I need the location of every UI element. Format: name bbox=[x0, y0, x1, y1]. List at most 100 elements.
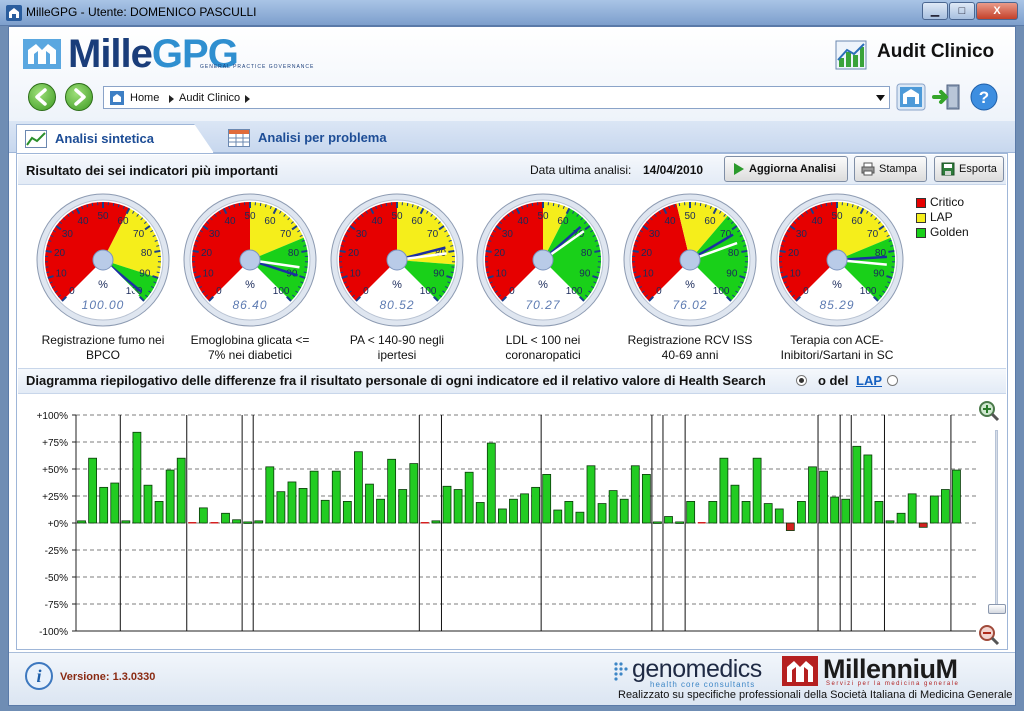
zoom-in-icon[interactable] bbox=[978, 400, 1000, 422]
chart-bar[interactable] bbox=[797, 501, 806, 524]
chart-bar[interactable] bbox=[254, 520, 264, 524]
chart-bar[interactable] bbox=[509, 498, 518, 524]
millennium-home-button[interactable] bbox=[896, 83, 926, 111]
chart-bar[interactable] bbox=[608, 490, 618, 524]
chart-bar[interactable] bbox=[752, 457, 762, 524]
chart-bar[interactable] bbox=[464, 471, 474, 524]
chart-bar[interactable] bbox=[520, 493, 529, 524]
breadcrumb-bar[interactable]: Home Audit Clinico bbox=[103, 86, 890, 109]
update-analysis-button[interactable]: Aggiorna Analisi bbox=[724, 156, 848, 182]
chart-bar[interactable] bbox=[298, 488, 308, 524]
chart-bar[interactable] bbox=[287, 481, 297, 524]
chart-bar[interactable] bbox=[630, 465, 640, 524]
chart-bar[interactable] bbox=[542, 474, 552, 524]
chart-bar[interactable] bbox=[907, 493, 917, 524]
chart-bar[interactable] bbox=[774, 508, 784, 524]
breadcrumb-current[interactable]: Audit Clinico bbox=[179, 92, 240, 104]
radio-health-search[interactable] bbox=[796, 375, 807, 386]
chart-bar[interactable] bbox=[198, 507, 208, 524]
chart-bar[interactable] bbox=[243, 521, 253, 524]
back-button[interactable] bbox=[28, 83, 56, 111]
chart-bar[interactable] bbox=[941, 489, 950, 524]
chart-bar[interactable] bbox=[420, 522, 429, 524]
chart-bar[interactable] bbox=[453, 489, 463, 524]
chart-bar[interactable] bbox=[409, 463, 419, 524]
chart-bar[interactable] bbox=[320, 499, 330, 524]
chart-bar[interactable] bbox=[896, 512, 906, 524]
chart-bar[interactable] bbox=[708, 501, 718, 524]
chart-bar[interactable] bbox=[808, 466, 817, 524]
chart-bar[interactable] bbox=[830, 496, 840, 524]
chart-bar[interactable] bbox=[885, 520, 895, 524]
chart-bar[interactable] bbox=[664, 516, 673, 524]
chart-bar[interactable] bbox=[486, 442, 496, 524]
chart-bar[interactable] bbox=[531, 486, 540, 524]
exit-door-icon[interactable] bbox=[932, 83, 962, 111]
chart-bar[interactable] bbox=[154, 501, 164, 524]
chart-bar[interactable] bbox=[564, 501, 574, 524]
chart-bar[interactable] bbox=[232, 519, 241, 524]
help-icon[interactable]: ? bbox=[969, 83, 999, 111]
info-icon[interactable]: i bbox=[24, 661, 54, 691]
chart-bar[interactable] bbox=[88, 457, 97, 524]
chart-bar[interactable] bbox=[331, 470, 341, 524]
radio-lap[interactable] bbox=[887, 375, 898, 386]
export-button[interactable]: Esporta bbox=[934, 156, 1004, 182]
forward-button[interactable] bbox=[65, 83, 93, 111]
chart-bar[interactable] bbox=[442, 485, 452, 524]
zoom-slider-track[interactable] bbox=[995, 430, 998, 610]
chart-bar[interactable] bbox=[110, 482, 120, 524]
chart-bar[interactable] bbox=[575, 511, 585, 524]
chart-bar[interactable] bbox=[697, 522, 706, 524]
chart-bar[interactable] bbox=[99, 486, 109, 524]
chart-bar[interactable] bbox=[785, 522, 795, 531]
chart-bar[interactable] bbox=[276, 491, 286, 524]
print-button[interactable]: Stampa bbox=[854, 156, 927, 182]
chart-bar[interactable] bbox=[376, 498, 385, 524]
chart-bar[interactable] bbox=[719, 457, 729, 524]
breadcrumb-home[interactable]: Home bbox=[130, 92, 159, 104]
chart-bar[interactable] bbox=[143, 484, 153, 524]
chart-bar[interactable] bbox=[641, 474, 651, 524]
chart-bar[interactable] bbox=[952, 469, 961, 524]
chart-bar[interactable] bbox=[597, 503, 607, 524]
chart-bar[interactable] bbox=[498, 508, 507, 524]
chart-bar[interactable] bbox=[553, 509, 563, 524]
dropdown-arrow-icon[interactable] bbox=[876, 95, 885, 101]
chart-bar[interactable] bbox=[741, 501, 751, 524]
chart-bar[interactable] bbox=[819, 470, 828, 524]
chart-bar[interactable] bbox=[398, 489, 408, 524]
chart-bar[interactable] bbox=[210, 522, 219, 524]
chart-bar[interactable] bbox=[475, 502, 485, 524]
tab-analisi-sintetica[interactable]: Analisi sintetica bbox=[16, 124, 214, 153]
chart-bar[interactable] bbox=[188, 522, 197, 524]
chart-bar[interactable] bbox=[929, 495, 939, 524]
chart-bar[interactable] bbox=[730, 484, 740, 524]
chart-bar[interactable] bbox=[675, 521, 684, 524]
chart-bar[interactable] bbox=[841, 498, 851, 524]
minimize-button[interactable]: ▁ bbox=[922, 2, 948, 20]
chart-bar[interactable] bbox=[354, 451, 363, 524]
chart-bar[interactable] bbox=[165, 469, 175, 524]
zoom-slider-thumb[interactable] bbox=[988, 604, 1006, 614]
chart-bar[interactable] bbox=[77, 520, 86, 524]
tab-analisi-per-problema[interactable]: Analisi per problema bbox=[220, 124, 420, 153]
close-button[interactable]: X bbox=[976, 2, 1018, 20]
chart-bar[interactable] bbox=[365, 483, 374, 524]
chart-bar[interactable] bbox=[265, 466, 275, 524]
chart-bar[interactable] bbox=[431, 520, 441, 524]
chart-bar[interactable] bbox=[342, 501, 352, 524]
lap-link[interactable]: LAP bbox=[856, 373, 882, 388]
chart-bar[interactable] bbox=[121, 520, 131, 524]
chart-bar[interactable] bbox=[686, 501, 696, 524]
chart-bar[interactable] bbox=[619, 498, 629, 524]
chart-bar[interactable] bbox=[852, 445, 862, 524]
chart-bar[interactable] bbox=[309, 470, 319, 524]
chart-bar[interactable] bbox=[763, 503, 773, 524]
chart-bar[interactable] bbox=[221, 512, 230, 524]
chart-bar[interactable] bbox=[586, 465, 596, 524]
chart-bar[interactable] bbox=[874, 501, 884, 524]
chart-bar[interactable] bbox=[653, 521, 662, 524]
zoom-out-icon[interactable] bbox=[978, 624, 1000, 646]
chart-bar[interactable] bbox=[132, 431, 142, 524]
